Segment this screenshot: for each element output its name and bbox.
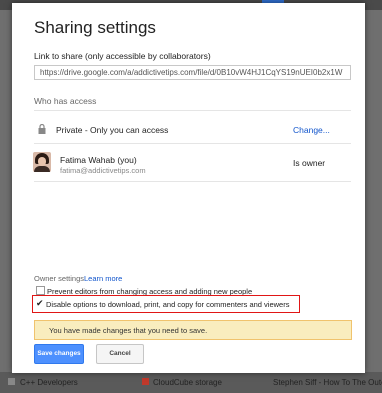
background-item: C++ Developers <box>20 378 78 387</box>
who-has-access-label: Who has access <box>34 96 97 106</box>
access-private-text: Private - Only you can access <box>56 125 169 135</box>
background-item: CloudCube storage <box>153 378 222 387</box>
avatar <box>33 152 51 172</box>
prevent-editors-checkbox[interactable] <box>36 286 45 295</box>
disable-download-checkbox[interactable]: ✔ <box>36 298 44 308</box>
background-item-icon <box>8 378 15 385</box>
lock-icon <box>38 124 46 134</box>
share-link-field[interactable]: https://drive.google.com/a/addictivetips… <box>34 65 351 80</box>
divider <box>34 181 351 182</box>
owner-email: fatima@addictivetips.com <box>60 166 146 175</box>
divider <box>34 143 351 144</box>
disable-download-label: Disable options to download, print, and … <box>46 300 290 309</box>
background-item-icon <box>142 378 149 385</box>
owner-role: Is owner <box>293 158 326 168</box>
notice-text: You have made changes that you need to s… <box>49 326 208 335</box>
background-item: Stephen Siff - How To The Outer <box>273 378 382 387</box>
cancel-button[interactable]: Cancel <box>96 344 144 364</box>
share-link-value: https://drive.google.com/a/addictivetips… <box>40 68 343 77</box>
save-changes-button[interactable]: Save changes <box>34 344 84 364</box>
avatar-body <box>34 166 50 172</box>
divider <box>34 110 351 111</box>
owner-settings-label: Owner settings <box>34 274 85 283</box>
prevent-editors-label: Prevent editors from changing access and… <box>47 287 253 295</box>
dialog-title: Sharing settings <box>34 18 156 37</box>
sharing-settings-dialog: Sharing settings Link to share (only acc… <box>12 3 365 373</box>
unsaved-changes-notice: You have made changes that you need to s… <box>34 320 352 340</box>
link-share-label: Link to share (only accessible by collab… <box>34 51 211 61</box>
learn-more-link[interactable]: Learn more <box>84 274 122 283</box>
change-access-link[interactable]: Change... <box>293 125 330 135</box>
owner-name: Fatima Wahab (you) <box>60 155 137 165</box>
avatar-face <box>38 157 46 166</box>
